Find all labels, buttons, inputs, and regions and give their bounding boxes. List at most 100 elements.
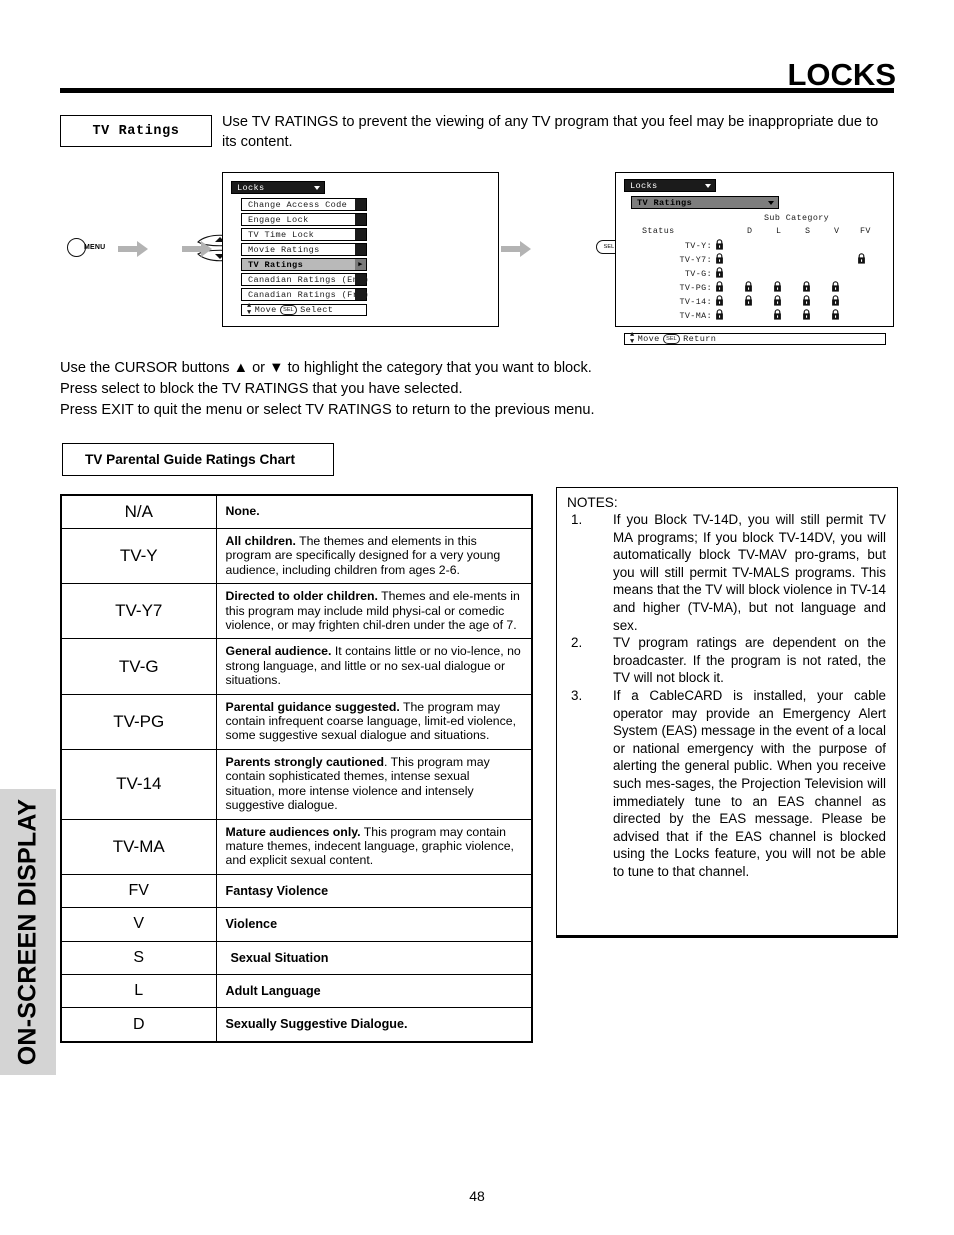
row-label-tv-y: TV-Y: — [684, 241, 712, 251]
tv-ratings-label: TV Ratings — [92, 123, 180, 139]
rating-code-cell: TV-G — [60, 638, 217, 695]
table-row: L Adult Language — [60, 973, 533, 1009]
page-number: 48 — [469, 1188, 485, 1204]
rating-description-bold: Parental guidance suggested. — [225, 699, 400, 714]
updown-arrows-icon: ▲ ▼ — [630, 331, 635, 346]
note-item: 3. If a CableCARD is installed, your cabl… — [567, 687, 886, 881]
rating-code-cell: S — [60, 940, 217, 975]
rating-description-cell: Directed to older children. Themes and e… — [215, 583, 533, 640]
osd-item-engage-lock[interactable]: Engage Lock — [241, 213, 367, 226]
row-end-tab — [355, 214, 366, 225]
title-divider — [60, 88, 894, 93]
rating-code-cell: TV-Y — [60, 527, 217, 585]
table-row: TV-G General audience. It contains little… — [60, 638, 533, 695]
lock-icon-status-tv-ma[interactable] — [715, 309, 724, 320]
ratings-chart-title: TV Parental Guide Ratings Chart — [85, 452, 295, 467]
row-end-tab — [355, 274, 366, 285]
chevron-down-icon — [314, 185, 320, 190]
notes-heading: NOTES: — [567, 495, 618, 510]
flow-arrow-2-icon — [182, 241, 212, 257]
tv-ratings-label-box: TV Ratings — [60, 115, 212, 147]
row-label-tv-pg: TV-PG: — [679, 283, 712, 293]
table-row: S Sexual Situation — [60, 940, 533, 975]
select-button-label: SEL — [603, 244, 615, 250]
menu-button[interactable]: MENU — [67, 238, 105, 257]
note-number: 1. — [571, 512, 583, 527]
notes-box: NOTES: 1. If you Block TV-14D, you will s… — [556, 487, 898, 938]
note-number: 2. — [571, 635, 583, 651]
rating-description-bold: Sexually Suggestive Dialogue. — [225, 1017, 408, 1032]
row-label-tv-y7: TV-Y7: — [679, 255, 712, 265]
instruction-line-2: Press select to block the TV RATINGS tha… — [60, 381, 463, 397]
notes-list: 1. If you Block TV-14D, you will still pe… — [567, 511, 886, 880]
status-column-header: Status — [642, 226, 675, 236]
row-end-tab — [355, 229, 366, 240]
osd-item-canadian-ratings-eng[interactable]: Canadian Ratings (Eng) — [241, 273, 369, 286]
row-label-tv-14: TV-14: — [679, 297, 712, 307]
note-text: TV program ratings are dependent on the … — [613, 635, 886, 686]
rating-description-bold: Parents strongly cautioned — [225, 754, 385, 769]
rating-code-cell: D — [60, 1007, 217, 1043]
rating-description-cell: Violence — [215, 907, 533, 942]
lock-icon-tv-y7-fv[interactable] — [857, 253, 866, 264]
table-row: D Sexually Suggestive Dialogue. — [60, 1007, 533, 1043]
table-row: TV-Y All children. The themes and element… — [60, 527, 533, 585]
chevron-down-icon — [705, 183, 711, 188]
rating-description-bold: General audience. — [225, 644, 332, 659]
osd-item-tv-time-lock[interactable]: TV Time Lock — [241, 228, 367, 241]
lock-icon-tv-pg-v[interactable] — [831, 281, 840, 292]
lock-icon-tv-14-d[interactable] — [744, 295, 753, 306]
select-key-icon: SEL — [662, 334, 681, 344]
footer-action-label: Select — [300, 305, 334, 315]
lock-icon-status-tv-pg[interactable] — [715, 281, 724, 292]
flow-arrow-4-icon — [501, 241, 531, 257]
table-row: TV-PG Parental guidance suggested. The pr… — [60, 693, 533, 750]
rating-description-cell: All children. The themes and elements in… — [215, 527, 533, 585]
intro-paragraph: Use TV RATINGS to prevent the viewing of… — [222, 114, 879, 150]
lock-icon-tv-ma-l[interactable] — [773, 309, 782, 320]
row-end-tab — [355, 244, 366, 255]
table-row: V Violence — [60, 907, 533, 942]
osd-item-movie-ratings[interactable]: Movie Ratings — [241, 243, 367, 256]
menu-button-label: MENU — [84, 244, 106, 251]
rating-description-bold: All children. — [225, 534, 296, 548]
rating-description-cell: Adult Language — [215, 973, 533, 1009]
lock-icon-status-tv-g[interactable] — [715, 267, 724, 278]
lock-icon-tv-14-s[interactable] — [802, 295, 811, 306]
rating-code-cell: TV-PG — [60, 693, 217, 750]
lock-icon-status-tv-14[interactable] — [715, 295, 724, 306]
rating-description-cell: Sexual Situation — [215, 940, 533, 975]
lock-icon-tv-pg-s[interactable] — [802, 281, 811, 292]
rating-code-cell: TV-MA — [60, 818, 217, 875]
rating-code-cell: FV — [60, 873, 217, 909]
osd-tv-ratings-panel: Locks TV Ratings Sub Category Status D L… — [615, 172, 894, 346]
lock-icon-tv-ma-s[interactable] — [802, 309, 811, 320]
rating-description-cell: Parents strongly cautioned. This program… — [215, 748, 533, 820]
rating-description-bold: None. — [225, 504, 260, 519]
rating-description-bold: Directed to older children. — [225, 589, 378, 604]
flow-arrow-1-icon — [118, 241, 148, 257]
osd-item-tv-ratings[interactable]: TV Ratings ▶ — [241, 258, 367, 271]
rating-description-bold: Adult Language — [225, 983, 321, 998]
lock-icon-tv-14-l[interactable] — [773, 295, 782, 306]
lock-icon-tv-14-v[interactable] — [831, 295, 840, 306]
instruction-line-3: Press EXIT to quit the menu or select TV… — [60, 402, 595, 418]
rating-code-cell: TV-Y7 — [60, 583, 217, 640]
lock-icon-tv-ma-v[interactable] — [831, 309, 840, 320]
row-label-tv-g: TV-G: — [684, 269, 712, 279]
osd-item-change-access-code[interactable]: Change Access Code — [241, 198, 367, 211]
osd-left-header: Locks — [231, 181, 325, 194]
rating-description-cell: Sexually Suggestive Dialogue. — [215, 1007, 533, 1043]
lock-icon-tv-pg-d[interactable] — [744, 281, 753, 292]
footer-move-label: Move — [254, 305, 277, 315]
osd-item-canadian-ratings-frn[interactable]: Canadian Ratings (Frn) — [241, 288, 369, 301]
on-screen-display-side-tab: ON-SCREEN DISPLAY — [0, 789, 56, 1075]
note-item: 1. If you Block TV-14D, you will still pe… — [567, 511, 886, 634]
updown-arrows-icon: ▲ ▼ — [247, 302, 252, 317]
lock-icon-status-tv-y7[interactable] — [715, 253, 724, 264]
column-header-s: S — [805, 226, 811, 236]
footer-action-label: Return — [683, 334, 717, 344]
lock-icon-status-tv-y[interactable] — [715, 239, 724, 250]
osd-right-subheader[interactable]: TV Ratings — [631, 196, 779, 209]
lock-icon-tv-pg-l[interactable] — [773, 281, 782, 292]
